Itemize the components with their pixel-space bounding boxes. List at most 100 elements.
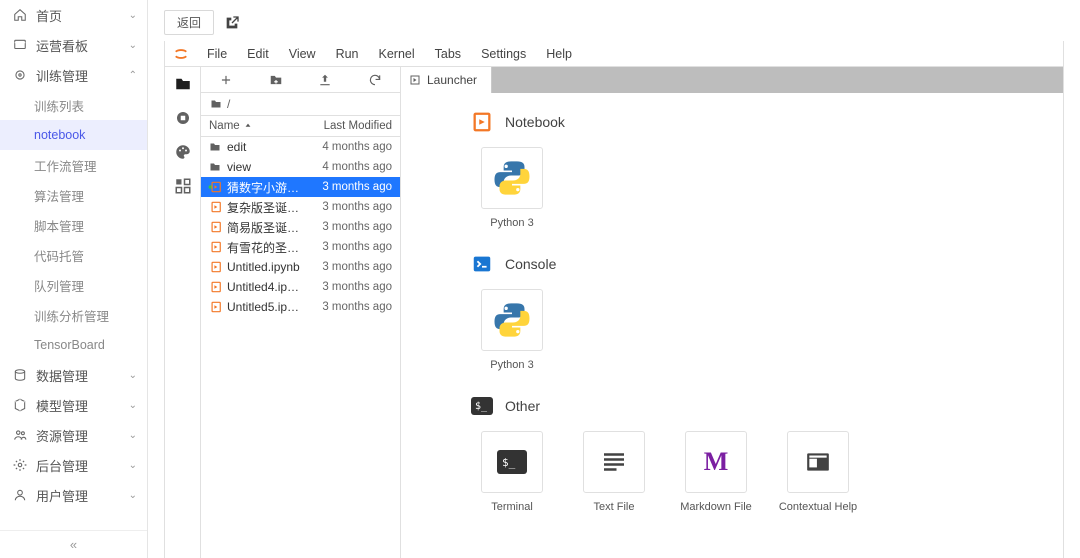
launcher-section: $_Other$_TerminalText FileMMarkdown File…	[471, 395, 1063, 513]
launcher-tab-icon	[409, 74, 421, 86]
launcher-section: NotebookPython 3	[471, 111, 1063, 229]
file-modified: 3 months ago	[308, 301, 400, 313]
sidebar-label: 运营看板	[36, 36, 88, 55]
folder-icon	[207, 160, 223, 174]
menu-run[interactable]: Run	[326, 43, 369, 65]
launcher-card-terminal[interactable]: $_Terminal	[471, 431, 553, 513]
user-icon	[12, 487, 28, 503]
sidebar-subitem[interactable]: 队列管理	[0, 270, 147, 300]
sidebar-item[interactable]: 训练管理⌃	[0, 60, 147, 90]
sidebar-label: 模型管理	[36, 396, 88, 415]
back-button[interactable]: 返回	[164, 10, 214, 35]
main-area: 返回 FileEditViewRunKernelTabsSettingsHelp	[148, 0, 1080, 558]
upload-button[interactable]	[313, 70, 337, 90]
launcher-card-markdown-file[interactable]: MMarkdown File	[675, 431, 757, 513]
file-modified: 3 months ago	[308, 201, 400, 213]
menu-edit[interactable]: Edit	[237, 43, 279, 65]
menu-file[interactable]: File	[197, 43, 237, 65]
collapse-icon: «	[70, 537, 77, 552]
launcher-card-python-3[interactable]: Python 3	[471, 289, 553, 371]
main-panel: Launcher NotebookPython 3 ConsolePython 3…	[401, 67, 1063, 558]
sidebar-label: 训练管理	[36, 66, 88, 85]
menu-tabs[interactable]: Tabs	[425, 43, 471, 65]
sidebar-subitem[interactable]: 代码托管	[0, 240, 147, 270]
markdown-icon: M	[685, 431, 747, 493]
file-row[interactable]: 有雪花的圣…3 months ago	[201, 237, 400, 257]
sidebar-subitem[interactable]: 算法管理	[0, 180, 147, 210]
launcher: NotebookPython 3ConsolePython 3$_Other$_…	[401, 93, 1063, 558]
notebook-icon	[207, 200, 223, 214]
breadcrumb-path: /	[227, 97, 230, 111]
activity-folder[interactable]	[167, 69, 199, 101]
file-row[interactable]: Untitled4.ip…3 months ago	[201, 277, 400, 297]
sidebar-label: 首页	[36, 6, 62, 25]
tab-launcher[interactable]: Launcher	[401, 67, 492, 93]
sidebar-subitem[interactable]: 脚本管理	[0, 210, 147, 240]
file-row[interactable]: 猜数字小游…3 months ago	[201, 177, 400, 197]
launcher-card-python-3[interactable]: Python 3	[471, 147, 553, 229]
tab-bar: Launcher	[401, 67, 1063, 93]
jupyter-logo-icon	[171, 44, 191, 64]
folder-icon	[207, 140, 223, 154]
notebook-icon	[207, 240, 223, 254]
chevron-down-icon: ⌄	[129, 460, 137, 471]
menu-settings[interactable]: Settings	[471, 43, 536, 65]
open-external-icon[interactable]	[224, 15, 240, 31]
menu-help[interactable]: Help	[536, 43, 582, 65]
file-name: Untitled.ipynb	[227, 260, 308, 274]
file-row[interactable]: Untitled5.ip…3 months ago	[201, 297, 400, 317]
card-label: Text File	[594, 501, 635, 513]
gear-icon	[12, 457, 28, 473]
file-row[interactable]: 简易版圣诞…3 months ago	[201, 217, 400, 237]
jupyter-menubar: FileEditViewRunKernelTabsSettingsHelp	[165, 41, 1063, 67]
sidebar-item[interactable]: 模型管理⌄	[0, 390, 147, 420]
sidebar-subitem[interactable]: 训练分析管理	[0, 300, 147, 330]
app-sidebar: 首页⌄运营看板⌄训练管理⌃训练列表notebook工作流管理算法管理脚本管理代码…	[0, 0, 148, 558]
chevron-down-icon: ⌄	[129, 10, 137, 21]
file-row[interactable]: Untitled.ipynb3 months ago	[201, 257, 400, 277]
sidebar-subitem[interactable]: notebook	[0, 120, 147, 150]
notebook-icon	[207, 220, 223, 234]
folder-icon	[209, 98, 223, 110]
sidebar-item[interactable]: 首页 ⌄	[0, 0, 147, 30]
file-modified: 4 months ago	[308, 161, 400, 173]
sidebar-subitem[interactable]: TensorBoard	[0, 330, 147, 360]
file-name: 简易版圣诞…	[227, 219, 308, 236]
launcher-section: ConsolePython 3	[471, 253, 1063, 371]
activity-palette[interactable]	[167, 137, 199, 169]
column-header-name[interactable]: Name	[201, 116, 308, 136]
console-blue	[471, 253, 493, 275]
activity-extensions[interactable]	[167, 171, 199, 203]
sidebar-subitem[interactable]: 训练列表	[0, 90, 147, 120]
notebook-icon	[207, 180, 223, 194]
launcher-card-contextual-help[interactable]: Contextual Help	[777, 431, 859, 513]
file-row[interactable]: 复杂版圣诞…3 months ago	[201, 197, 400, 217]
refresh-button[interactable]	[363, 70, 387, 90]
sidebar-item[interactable]: 运营看板⌄	[0, 30, 147, 60]
notebook-orange	[471, 111, 493, 133]
sidebar-item[interactable]: 用户管理⌄	[0, 480, 147, 510]
file-row[interactable]: edit4 months ago	[201, 137, 400, 157]
new-launcher-button[interactable]	[214, 70, 238, 90]
sidebar-subitem[interactable]: 工作流管理	[0, 150, 147, 180]
activity-running[interactable]	[167, 103, 199, 135]
file-modified: 3 months ago	[308, 221, 400, 233]
sidebar-item[interactable]: 数据管理⌄	[0, 360, 147, 390]
column-header-modified[interactable]: Last Modified	[308, 116, 400, 136]
jupyter-activity-bar	[165, 67, 201, 558]
breadcrumb[interactable]: /	[201, 93, 400, 115]
notebook-icon	[207, 260, 223, 274]
collapse-sidebar-button[interactable]: «	[0, 530, 147, 558]
sidebar-item[interactable]: 资源管理⌄	[0, 420, 147, 450]
file-row[interactable]: view4 months ago	[201, 157, 400, 177]
new-folder-button[interactable]	[264, 70, 288, 90]
menu-view[interactable]: View	[279, 43, 326, 65]
launcher-card-text-file[interactable]: Text File	[573, 431, 655, 513]
chevron-down-icon: ⌄	[129, 370, 137, 381]
dashboard-icon	[12, 37, 28, 53]
menu-kernel[interactable]: Kernel	[369, 43, 425, 65]
folder-icon	[174, 75, 192, 96]
chevron-down-icon: ⌄	[129, 430, 137, 441]
sidebar-item[interactable]: 后台管理⌄	[0, 450, 147, 480]
terminal-icon: $_	[481, 431, 543, 493]
